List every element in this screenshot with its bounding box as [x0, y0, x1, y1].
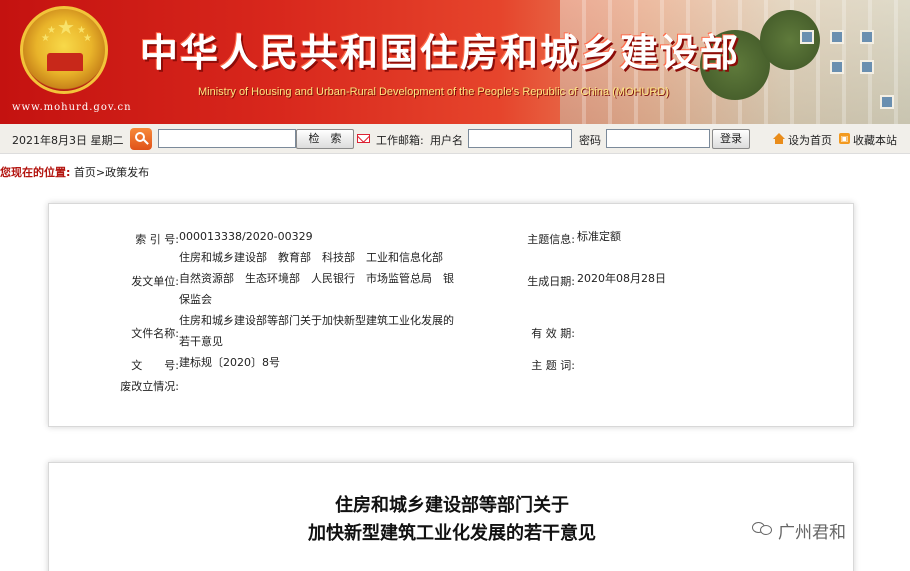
- article-title-line-2: 加快新型建筑工业化发展的若干意见: [308, 523, 596, 544]
- validity-label: 有 效 期:: [531, 327, 575, 340]
- name-label: 文件名称:: [131, 327, 179, 340]
- site-subtitle: Ministry of Housing and Urban-Rural Deve…: [198, 86, 670, 98]
- docno-value: 建标规〔2020〕8号: [179, 356, 280, 369]
- banner-window: [860, 30, 874, 44]
- breadcrumb-here: 您现在的位置:: [0, 166, 71, 179]
- article-card: 住房和城乡建设部等部门关于 加快新型建筑工业化发展的若干意见: [48, 462, 854, 571]
- issuer-line-3: 保监会: [179, 293, 212, 306]
- search-icon[interactable]: [130, 128, 152, 150]
- document-info-card: 索 引 号: 000013338/2020-00329 主题信息: 标准定额 发…: [48, 203, 854, 427]
- set-home-link[interactable]: 设为首页: [788, 132, 832, 148]
- search-button[interactable]: 检 索: [296, 129, 354, 149]
- index-label: 索 引 号:: [135, 233, 179, 246]
- home-icon[interactable]: [773, 133, 785, 144]
- search-input[interactable]: [158, 129, 296, 148]
- current-date: 2021年8月3日 星期二: [12, 134, 124, 147]
- mail-label: 工作邮箱:: [376, 134, 424, 147]
- topic-value: 标准定额: [577, 230, 621, 243]
- topic-label: 主题信息:: [527, 233, 575, 246]
- password-label: 密码: [579, 134, 601, 147]
- date-value: 2020年08月28日: [577, 272, 666, 285]
- login-button[interactable]: 登录: [712, 129, 750, 149]
- name-line-1: 住房和城乡建设部等部门关于加快新型建筑工业化发展的: [179, 314, 454, 327]
- banner-window: [800, 30, 814, 44]
- banner-window: [880, 95, 894, 109]
- banner-window: [830, 30, 844, 44]
- password-input[interactable]: [606, 129, 710, 148]
- banner-window: [860, 60, 874, 74]
- national-emblem-icon[interactable]: ★ ★ ★ ★ ★: [20, 6, 108, 94]
- site-url[interactable]: www.mohurd.gov.cn: [12, 102, 132, 113]
- username-input[interactable]: [468, 129, 572, 148]
- site-title[interactable]: 中华人民共和国住房和城乡建设部: [140, 22, 740, 77]
- breadcrumb: 您现在的位置: 首页>政策发布: [0, 164, 149, 180]
- site-banner: ★ ★ ★ ★ ★ www.mohurd.gov.cn 中华人民共和国住房和城乡…: [0, 0, 910, 124]
- issuer-label: 发文单位:: [131, 275, 179, 288]
- favorite-icon[interactable]: ▣: [839, 133, 850, 144]
- name-line-2: 若干意见: [179, 335, 223, 348]
- add-favorite-link[interactable]: 收藏本站: [853, 132, 897, 148]
- status-label: 废改立情况:: [120, 380, 179, 393]
- issuer-line-1: 住房和城乡建设部 教育部 科技部 工业和信息化部: [179, 251, 443, 264]
- breadcrumb-section[interactable]: 政策发布: [105, 166, 149, 179]
- index-value: 000013338/2020-00329: [179, 230, 313, 243]
- article-title-line-1: 住房和城乡建设部等部门关于: [335, 495, 569, 516]
- top-toolbar: 2021年8月3日 星期二 检 索 工作邮箱: 用户名 密码 登录 设为首页 ▣…: [0, 124, 910, 154]
- breadcrumb-home[interactable]: 首页: [74, 166, 96, 179]
- banner-window: [830, 60, 844, 74]
- watermark-text: 广州君和: [778, 523, 846, 543]
- docno-label: 文 号:: [131, 359, 179, 372]
- username-label: 用户名: [430, 134, 463, 147]
- keyword-label: 主 题 词:: [531, 359, 575, 372]
- date-label: 生成日期:: [527, 275, 575, 288]
- issuer-line-2: 自然资源部 生态环境部 人民银行 市场监管总局 银: [179, 272, 454, 285]
- mail-icon: [357, 134, 370, 143]
- wechat-icon: [752, 519, 774, 537]
- breadcrumb-separator: >: [95, 166, 106, 179]
